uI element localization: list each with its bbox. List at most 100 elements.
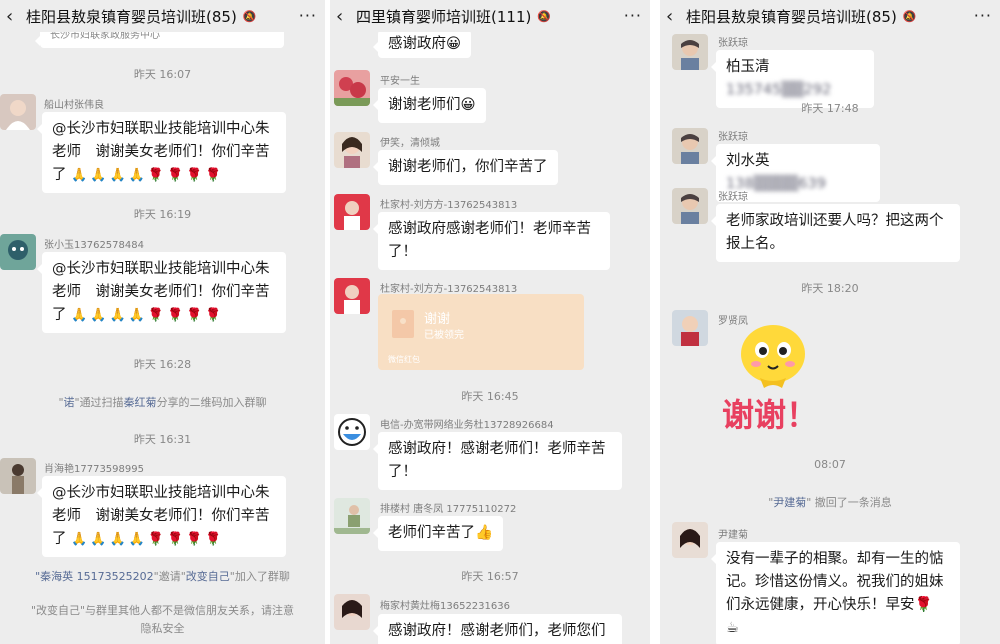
message-bubble[interactable]: 感谢政府！感谢老师们！老师辛苦 了！ [373,432,622,490]
avatar[interactable] [334,132,370,168]
member-name[interactable]: 诺 [64,396,75,409]
member-name[interactable]: 改变自己 [186,570,230,583]
message-line: 了 🙏🙏🙏🙏🌹🌹🌹🌹 [52,531,225,547]
message-line: 了 🙏🙏🙏🙏🌹🌹🌹🌹 [52,167,225,183]
message-line: 记。珍惜这份情义。祝我们的姐妹 [726,574,944,590]
chat-title: 四里镇育婴师培训班(111) [356,7,532,26]
message-line: ☕ [726,620,739,636]
message-bubble[interactable]: 感谢政府感谢老师们！老师辛苦 了！ [373,212,610,270]
sticker-text: 谢谢！ [722,396,819,434]
message-text: 谢谢老师们😀 [388,97,476,113]
message-bubble[interactable]: 没有一辈子的相聚。却有一生的惦 记。珍惜这份情义。祝我们的姐妹 们永远健康，开心… [711,542,960,644]
timestamp: 昨天 16:57 [461,570,519,583]
chat-panel-2: ‹ 四里镇育婴师培训班(111) 🔕 ··· 感谢政府😀 平安一生 谢谢老师们😀… [330,0,650,644]
timestamp: 昨天 16:45 [461,390,519,403]
back-icon[interactable]: ‹ [336,6,352,27]
system-message: "诺"通过扫描秦红菊分享的二维码加入群聊 [58,396,267,409]
back-icon[interactable]: ‹ [6,6,22,27]
message-line: @长沙市妇联职业技能培训中心朱 [52,121,270,137]
avatar[interactable] [334,70,370,106]
more-icon[interactable]: ··· [299,6,317,25]
chat-panel-1: ‹ 桂阳县敖泉镇育婴员培训班(85) 🔕 ··· 长沙市妇联家政服务中心 昨天 … [0,0,325,644]
member-name[interactable]: 尹建菊 [773,496,806,509]
emoji-row: 🙏🙏🙏🙏🌹🌹🌹🌹 [71,532,225,547]
red-packet[interactable]: 谢谢 已被领完 微信红包 [378,294,584,370]
sender-name: 杜家村-刘方方-13762543813 [380,284,518,295]
message-bubble[interactable]: 感谢政府！感谢老师们，老师您们 [373,614,622,644]
system-message: "改变自己"与群里其他人都不是微信朋友关系，请注意 隐私安全 [30,604,295,635]
avatar[interactable] [0,458,36,494]
message-text: 感谢政府😀 [388,36,462,52]
sender-name: 杜家村-刘方方-13762543813 [380,200,518,211]
mute-icon: 🔕 [902,9,917,23]
message-bubble[interactable]: 老师家政培训还要人吗？把这两个 报上名。 [711,204,960,262]
message-line: 们永远健康，开心快乐！早安🌹 [726,597,933,613]
sender-name: 张小玉13762578484 [44,240,144,251]
timestamp: 昨天 18:20 [801,282,859,295]
message-bubble[interactable]: @长沙市妇联职业技能培训中心朱 老师 谢谢美女老师们！你们辛苦 了 🙏🙏🙏🙏🌹🌹… [37,112,286,193]
more-icon[interactable]: ··· [624,6,642,25]
back-icon[interactable]: ‹ [666,6,682,27]
chat-panel-3: ‹ 桂阳县敖泉镇育婴员培训班(85) 🔕 ··· 张跃琼 柏玉清 135745▒… [660,0,1000,644]
chat-header: ‹ 四里镇育婴师培训班(111) 🔕 ··· [330,0,650,32]
mute-icon: 🔕 [537,9,552,23]
message-bubble[interactable]: 谢谢老师们😀 [373,88,486,123]
avatar[interactable] [672,310,708,346]
message-line: @长沙市妇联职业技能培训中心朱 [52,485,270,501]
message-bubble[interactable]: @长沙市妇联职业技能培训中心朱 老师 谢谢美女老师们！你们辛苦 了 🙏🙏🙏🙏🌹🌹… [37,252,286,333]
sender-name: 张跃琼 [718,132,748,143]
avatar[interactable] [334,414,370,450]
more-icon[interactable]: ··· [974,6,992,25]
phone-number: 135745▒▒292 [726,82,832,98]
sender-name: 伊笑，清倾城 [380,138,440,149]
message-line: 了！ [388,244,417,260]
sender-name: 电信-办宽带网络业务杜13728926684 [380,420,554,431]
avatar[interactable] [0,94,36,130]
sender-name: 张跃琼 [718,38,748,49]
avatar[interactable] [334,194,370,230]
red-packet-icon [392,310,414,338]
system-message: "尹建菊" 撤回了一条消息 [768,496,892,509]
message-text: 老师们辛苦了👍 [388,525,494,541]
sticker[interactable]: 谢谢！ [720,324,840,436]
message-line: 老师 谢谢美女老师们！你们辛苦 [52,508,270,524]
contact-name: 柏玉清 [726,59,770,75]
message-line: 老师 谢谢美女老师们！你们辛苦 [52,284,270,300]
sender-name: 张跃琼 [718,192,748,203]
timestamp: 昨天 16:19 [133,208,192,221]
message-line: 没有一辈子的相聚。却有一生的惦 [726,551,944,567]
sender-name: 平安一生 [380,76,420,87]
avatar[interactable] [0,234,36,270]
message-bubble[interactable]: 老师们辛苦了👍 [372,516,504,551]
member-name[interactable]: 秦红菊 [124,396,157,409]
chat-header: ‹ 桂阳县敖泉镇育婴员培训班(85) 🔕 ··· [0,0,325,32]
member-name[interactable]: "秦海英 15173525202 [35,570,154,583]
message-line: 报上名。 [726,236,784,252]
timestamp: 昨天 16:28 [133,358,192,371]
avatar[interactable] [672,34,708,70]
avatar[interactable] [672,188,708,224]
avatar[interactable] [672,522,708,558]
message-line: 感谢政府感谢老师们！老师辛苦 [388,221,591,237]
message-bubble[interactable]: 感谢政府😀 [372,30,472,58]
sender-name: 船山村张伟良 [44,100,104,111]
avatar[interactable] [334,498,370,534]
avatar[interactable] [672,128,708,164]
message-bubble[interactable]: 谢谢老师们，你们辛苦了 [373,150,558,185]
avatar[interactable] [334,594,370,630]
sender-name: 尹建菊 [718,530,748,541]
sender-name: 肖海艳17773598995 [44,464,144,475]
mute-icon: 🔕 [242,9,257,23]
contact-name: 刘水英 [726,153,770,169]
smiley-face-icon [741,325,805,388]
sender-name: 梅家村黄灶梅13652231636 [380,601,510,612]
red-packet-status: 已被领完 [424,330,464,341]
message-line: 了 🙏🙏🙏🙏🌹🌹🌹🌹 [52,307,225,323]
timestamp: 昨天 16:07 [133,68,192,81]
message-line: 了！ [388,464,417,480]
chat-title: 桂阳县敖泉镇育婴员培训班(85) [686,7,897,26]
avatar[interactable] [334,278,370,314]
message-bubble[interactable]: @长沙市妇联职业技能培训中心朱 老师 谢谢美女老师们！你们辛苦 了 🙏🙏🙏🙏🌹🌹… [37,476,286,557]
timestamp: 昨天 17:48 [801,102,859,115]
message-text: 谢谢老师们，你们辛苦了 [388,159,548,175]
